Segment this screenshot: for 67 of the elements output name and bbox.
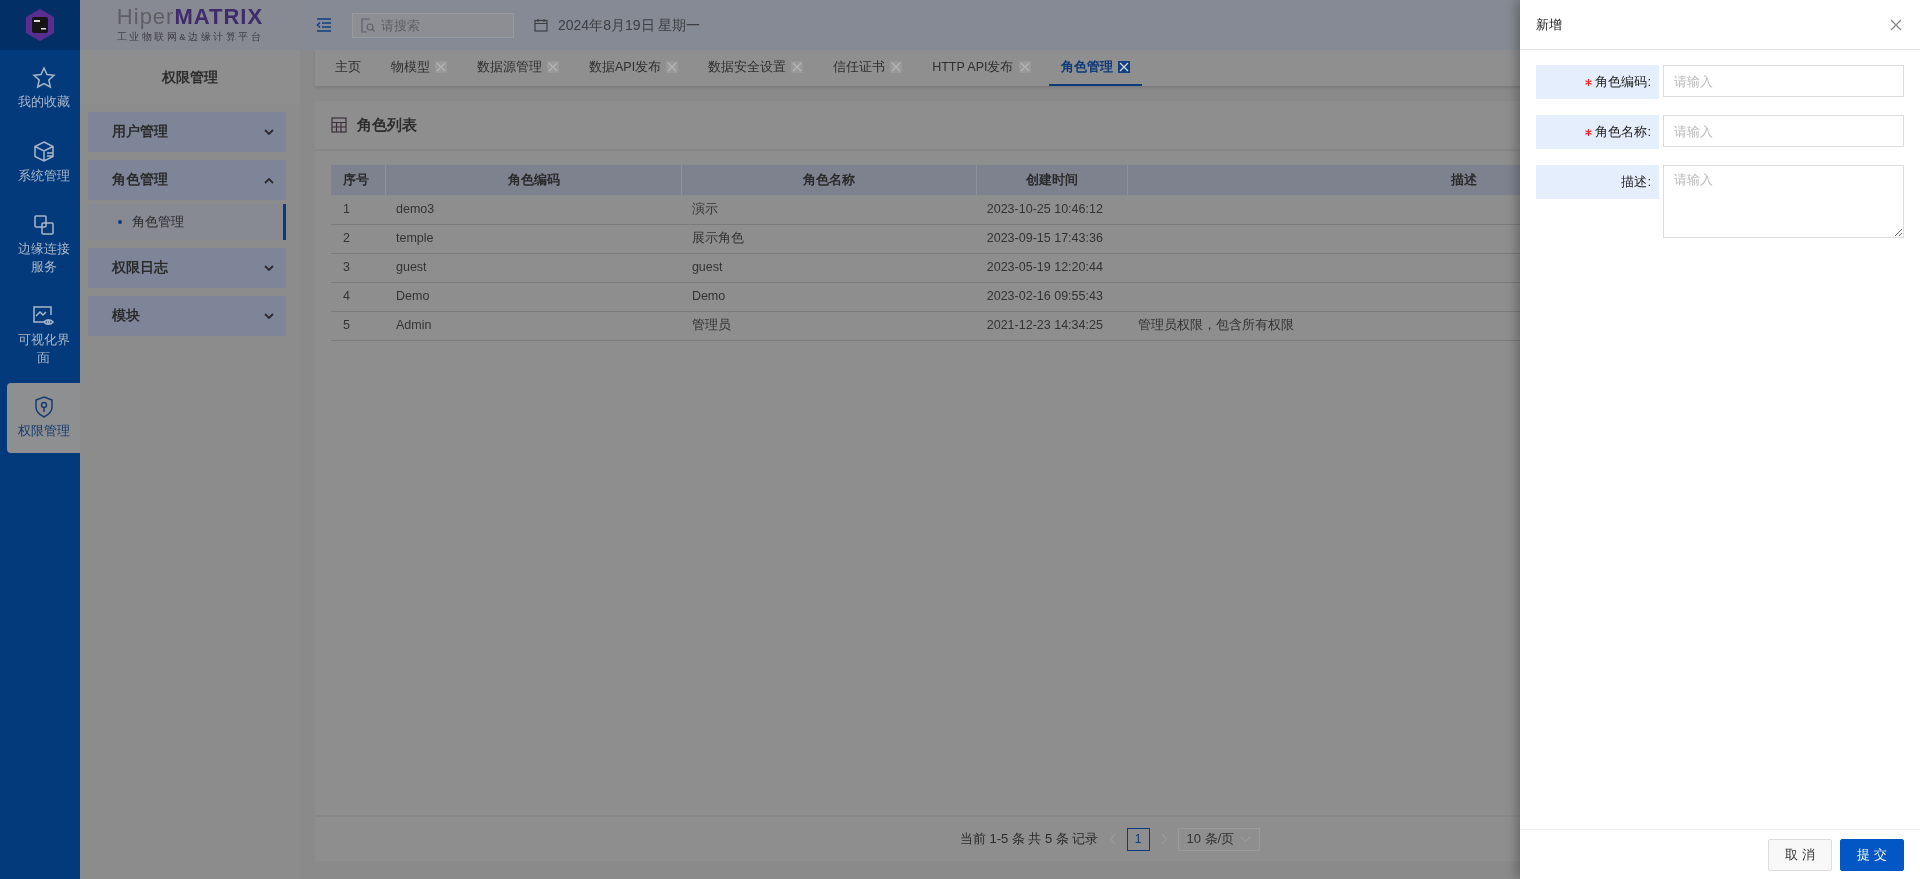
- rail-nav-item[interactable]: 可视化界面: [7, 292, 80, 379]
- menu-group[interactable]: 模块: [88, 296, 286, 336]
- table-cell: Demo: [681, 282, 977, 311]
- table-cell: 管理员: [681, 311, 977, 340]
- field-label: 角色编码:: [1536, 65, 1659, 99]
- page-tab[interactable]: 信任证书: [821, 50, 915, 86]
- column-header: 角色编码: [386, 165, 682, 195]
- table-cell: Demo: [386, 282, 682, 311]
- table-cell: 3: [331, 253, 386, 282]
- table-icon: [331, 117, 347, 133]
- column-header: 创建时间: [976, 165, 1128, 195]
- table-cell: temple: [386, 224, 682, 253]
- table-cell: 2: [331, 224, 386, 253]
- star-icon: [31, 66, 56, 90]
- rail-nav-item[interactable]: 边缘连接服务: [7, 201, 80, 288]
- column-header: 角色名称: [681, 165, 977, 195]
- table-cell: guest: [681, 253, 977, 282]
- submenu-item[interactable]: 角色管理: [88, 204, 286, 240]
- date-text: 2024年8月19日 星期一: [558, 15, 701, 35]
- page-size-select[interactable]: 10 条/页: [1177, 827, 1261, 851]
- text-area[interactable]: 请输入: [1663, 165, 1904, 238]
- page-tab[interactable]: 物模型: [379, 50, 459, 86]
- table-cell: 2023-09-15 17:43:36: [976, 224, 1128, 253]
- brand-tagline: 工业物联网&边缘计算平台: [116, 29, 264, 44]
- page-tab[interactable]: 角色管理: [1048, 50, 1142, 86]
- page-tab[interactable]: 数据安全设置: [696, 50, 816, 86]
- field-label: 描述:: [1536, 165, 1659, 199]
- calendar-icon: [534, 18, 548, 32]
- rail-nav-item[interactable]: 系统管理: [7, 127, 80, 197]
- page-tab[interactable]: 主页: [323, 50, 373, 86]
- table-cell: demo3: [386, 195, 682, 224]
- table-cell: guest: [386, 253, 682, 282]
- table-cell: 4: [331, 282, 386, 311]
- page-number[interactable]: 1: [1126, 827, 1150, 851]
- close-icon[interactable]: [1117, 61, 1130, 73]
- rail-nav-item[interactable]: 我的收藏: [7, 54, 80, 124]
- squares-icon: [31, 213, 56, 237]
- cancel-button[interactable]: 取 消: [1768, 838, 1832, 871]
- required-icon: [1585, 128, 1593, 136]
- input-field[interactable]: 请输入: [1663, 115, 1904, 147]
- panel-title: 角色列表: [357, 114, 417, 135]
- pagination-summary: 当前 1-5 条 共 5 条 记录: [959, 830, 1099, 849]
- table-cell: 1: [331, 195, 386, 224]
- menu-toggle-icon[interactable]: [316, 18, 332, 32]
- table-cell: 演示: [681, 195, 977, 224]
- drawer-title: 新增: [1536, 15, 1562, 34]
- field-label: 角色名称:: [1536, 115, 1659, 149]
- rail-nav-item[interactable]: 权限管理: [7, 383, 80, 453]
- table-cell: Admin: [386, 311, 682, 340]
- page-tab[interactable]: 数据源管理: [465, 50, 571, 86]
- table-cell: 2023-02-16 09:55:43: [976, 282, 1128, 311]
- page-tab[interactable]: HTTP API发布: [920, 50, 1043, 86]
- input-field[interactable]: 请输入: [1663, 65, 1904, 97]
- table-cell: 2021-12-23 14:34:25: [976, 311, 1128, 340]
- table-cell: 5: [331, 311, 386, 340]
- submit-button[interactable]: 提 交: [1840, 838, 1904, 871]
- column-header: 序号: [331, 165, 386, 195]
- cube-icon: [31, 139, 56, 164]
- table-cell: 2023-05-19 12:20:44: [976, 253, 1128, 282]
- page-tab[interactable]: 数据API发布: [577, 50, 691, 86]
- table-cell: 2023-10-25 10:46:12: [976, 195, 1128, 224]
- table-cell: 展示角色: [681, 224, 977, 253]
- monitor-eye-icon: [30, 304, 57, 328]
- menu-group[interactable]: 权限日志: [88, 248, 286, 288]
- menu-group[interactable]: 用户管理: [88, 112, 286, 152]
- menu-group[interactable]: 角色管理: [88, 160, 286, 200]
- required-icon: [1585, 78, 1593, 86]
